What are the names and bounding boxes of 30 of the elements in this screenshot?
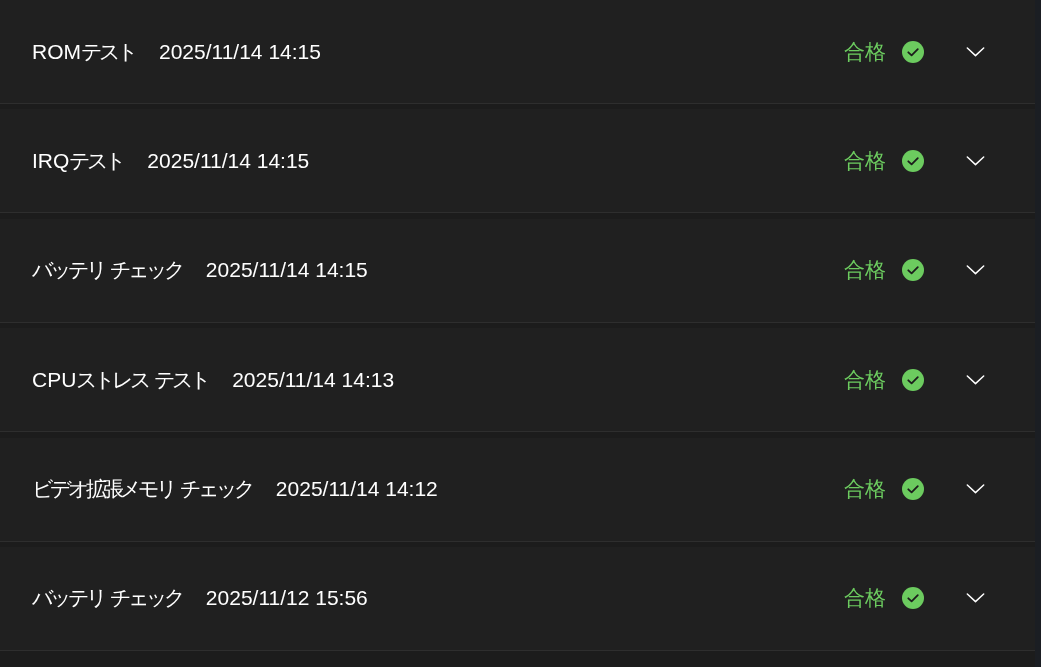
check-circle-icon xyxy=(902,149,924,172)
chevron-icon[interactable] xyxy=(966,265,985,276)
status-label: 合格 xyxy=(844,38,886,65)
test-name: バッテリ チェック xyxy=(32,257,182,284)
test-timestamp: 2025/11/14 14:15 xyxy=(159,39,321,64)
chevron-icon[interactable] xyxy=(966,374,985,385)
test-name: バッテリ チェック xyxy=(32,585,182,612)
status-label: 合格 xyxy=(844,257,886,284)
chevron-icon[interactable] xyxy=(966,484,985,495)
chevron-icon[interactable] xyxy=(966,155,985,166)
check-circle-icon xyxy=(902,587,924,610)
test-name: CPUストレス テスト xyxy=(32,366,209,393)
check-circle-icon xyxy=(902,259,924,282)
status-label: 合格 xyxy=(844,366,886,393)
check-circle-icon xyxy=(902,40,924,63)
test-timestamp: 2025/11/14 14:13 xyxy=(232,367,395,392)
chevron-icon[interactable] xyxy=(966,593,985,604)
status-label: 合格 xyxy=(844,585,886,612)
status-label: 合格 xyxy=(844,476,886,503)
check-circle-icon xyxy=(902,368,924,391)
check-circle-icon xyxy=(902,478,924,501)
test-timestamp: 2025/11/14 14:12 xyxy=(275,477,438,502)
status-label: 合格 xyxy=(844,147,886,174)
test-timestamp: 2025/11/14 14:15 xyxy=(205,258,368,283)
test-timestamp: 2025/11/12 15:56 xyxy=(205,586,368,611)
test-name: IRQテスト xyxy=(32,147,124,174)
test-name: ビデオ拡張メモリ チェック xyxy=(32,476,252,503)
chevron-icon[interactable] xyxy=(966,46,985,57)
test-timestamp: 2025/11/14 14:15 xyxy=(147,148,310,173)
test-name: ROMテスト xyxy=(32,38,135,65)
